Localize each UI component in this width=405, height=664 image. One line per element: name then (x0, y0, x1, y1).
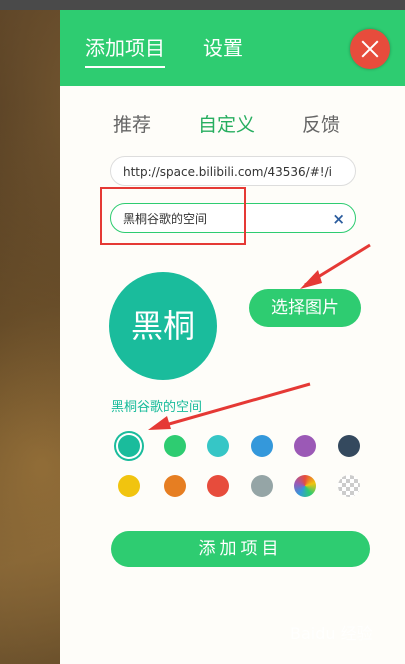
arrow-line-2 (154, 382, 311, 430)
watermark: Baidu 经验 (290, 624, 373, 643)
arrow-head-1 (300, 270, 322, 289)
annotation-arrows (148, 243, 371, 430)
arrow-head-2 (148, 416, 171, 430)
